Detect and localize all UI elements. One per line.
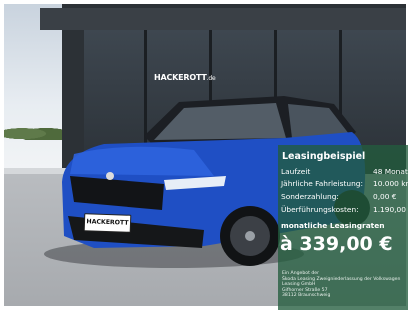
offer-row-term: Laufzeit 48 Monate [281, 167, 410, 179]
offer-row-label: Laufzeit [281, 167, 311, 176]
monthly-rate-label: monatliche Leasingraten [281, 221, 385, 230]
brand-badge [106, 172, 114, 180]
offer-row-value: 0,00 € [373, 192, 397, 201]
offer-title: Leasingbeispiel [282, 151, 366, 162]
offer-row-delivery-cost: Überführungskosten: 1.190,00 € [281, 205, 410, 217]
offer-fine-print: Ein Angebot der Škoda Leasing Zweigniede… [282, 271, 406, 299]
fine-print-line: 38112 Braunschweig [282, 293, 331, 299]
license-plate: HACKEROTT [83, 213, 132, 233]
front-hub [245, 231, 255, 241]
offer-row-label: Jährliche Fahrleistung: [281, 179, 363, 188]
offer-row-value: 1.190,00 € [373, 205, 410, 214]
offer-row-label: Überführungskosten: [281, 205, 359, 214]
offer-row-mileage: Jährliche Fahrleistung: 10.000 km [281, 179, 410, 191]
hood [70, 146, 214, 176]
leasing-offer-panel: Leasingbeispiel Laufzeit 48 Monate Jährl… [278, 145, 410, 310]
offer-row-value: 48 Monate [373, 167, 410, 176]
monthly-price: à 339,00 € [280, 233, 393, 255]
offer-row-label: Sonderzahlung: [281, 192, 339, 201]
offer-row-value: 10.000 km [373, 179, 410, 188]
offer-row-downpayment: Sonderzahlung: 0,00 € [281, 192, 397, 204]
